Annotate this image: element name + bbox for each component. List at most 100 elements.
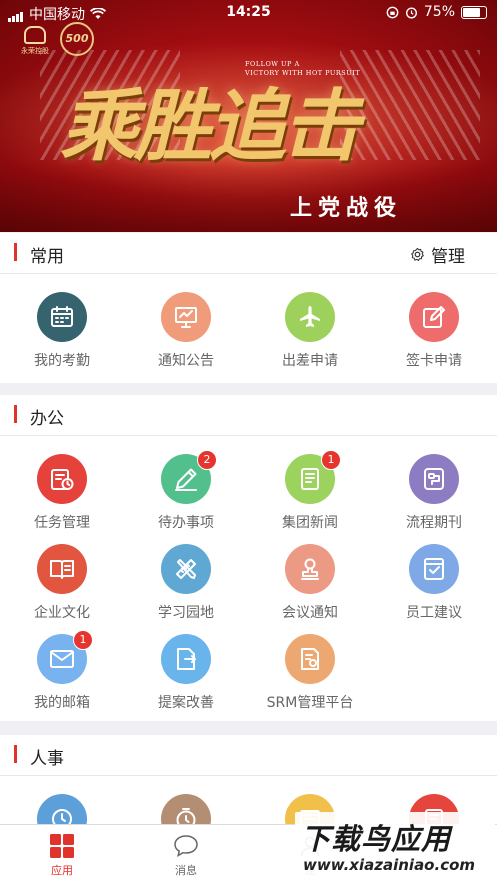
app-label: 任务管理 [34, 515, 90, 531]
app-srm[interactable]: SRM管理平台 [248, 634, 372, 712]
banner-subtitle: 上党战役 [290, 195, 403, 221]
app-mail[interactable]: 1 我的邮箱 [0, 630, 124, 712]
app-book[interactable]: 企业文化 [0, 544, 124, 622]
app-stamp[interactable]: 会议通知 [248, 544, 372, 622]
app-icon-circle [37, 292, 87, 342]
app-icon-circle [409, 454, 459, 504]
manage-label: 管理 [431, 247, 465, 267]
app-icon-circle [37, 454, 87, 504]
app-icon-circle [285, 292, 335, 342]
section-common: 常用 管理 我的考勤 通知公告 出差申请 签卡申请 [0, 233, 497, 383]
edit-icon [423, 306, 445, 328]
srm-icon [301, 648, 319, 670]
battery-percent: 75% [423, 4, 455, 20]
section-header: 办公 [0, 395, 497, 436]
suggest-icon [424, 558, 444, 580]
app-label: 我的考勤 [34, 353, 90, 369]
section-marker [14, 243, 17, 261]
office-app-grid: 任务管理 2 待办事项 1 集团新闻 流程期刊企业文化 学习园地 会议通知 员工建议 1 我的邮箱 提… [0, 436, 497, 721]
app-presentation[interactable]: 通知公告 [124, 292, 248, 370]
app-label: 会议通知 [282, 605, 338, 621]
alarm-icon [405, 6, 417, 19]
app-icon-circle: 1 [37, 630, 93, 684]
app-icon-circle [161, 544, 211, 594]
app-label: 员工建议 [406, 605, 462, 621]
tab-messages[interactable]: 消息 [124, 833, 248, 878]
unread-badge: 1 [321, 450, 341, 470]
unread-badge: 1 [73, 630, 93, 650]
watermark-url: www.xiazainiao.com [303, 856, 476, 874]
document-arrow-icon [177, 648, 196, 670]
app-label: SRM管理平台 [266, 695, 354, 711]
app-label: 签卡申请 [406, 353, 462, 369]
app-label: 出差申请 [282, 353, 338, 369]
fortune500-badge: 500 [60, 22, 94, 56]
app-edit[interactable]: 签卡申请 [372, 292, 496, 370]
task-clock-icon [51, 469, 74, 490]
tab-label: 应用 [51, 864, 73, 877]
common-app-grid: 我的考勤 通知公告 出差申请 签卡申请 [0, 274, 497, 382]
app-icon-circle [285, 544, 335, 594]
calendar-icon [51, 306, 73, 327]
app-airplane[interactable]: 出差申请 [248, 292, 372, 370]
section-header: 常用 管理 [0, 233, 497, 274]
section-header: 人事 [0, 735, 497, 776]
pencil-icon [175, 468, 197, 491]
top-banner[interactable]: 永荣控股 500 FOLLOW UP A VICTORY WITH HOT PU… [0, 0, 497, 232]
app-document-arrow[interactable]: 提案改善 [124, 634, 248, 712]
banner-wing-right [340, 50, 480, 160]
app-icon-circle: 2 [161, 450, 217, 504]
book-icon [50, 560, 74, 579]
app-task-clock[interactable]: 任务管理 [0, 454, 124, 532]
app-label: 我的邮箱 [34, 695, 90, 711]
app-suggest[interactable]: 员工建议 [372, 544, 496, 622]
flow-icon [424, 468, 444, 490]
app-icon-circle [409, 544, 459, 594]
tab-apps[interactable]: 应用 [0, 833, 124, 878]
manage-button[interactable]: 管理 [410, 242, 465, 267]
section-marker [14, 745, 17, 763]
gear-icon [411, 247, 424, 261]
chat-icon [174, 835, 198, 858]
app-news[interactable]: 1 集团新闻 [248, 450, 372, 532]
news-icon [301, 468, 319, 490]
watermark-title: 下载鸟应用 [301, 822, 452, 856]
banner-title: 乘胜追击 [60, 81, 360, 172]
app-label: 学习园地 [158, 605, 214, 621]
section-title: 人事 [30, 749, 64, 769]
app-pencil[interactable]: 2 待办事项 [124, 450, 248, 532]
company-name: 永荣控股 [21, 47, 49, 55]
stamp-icon [301, 558, 319, 580]
presentation-icon [175, 307, 197, 328]
app-label: 集团新闻 [282, 515, 338, 531]
app-label: 提案改善 [158, 695, 214, 711]
rotation-lock-icon [386, 6, 399, 18]
section-title: 常用 [30, 247, 64, 267]
app-label: 企业文化 [34, 605, 90, 621]
battery-icon [461, 5, 487, 19]
unread-badge: 2 [197, 450, 217, 470]
app-label: 待办事项 [158, 515, 214, 531]
app-label: 通知公告 [158, 353, 214, 369]
mail-icon [50, 650, 74, 668]
app-icon-circle [285, 634, 335, 684]
app-ruler-pencil[interactable]: 学习园地 [124, 544, 248, 622]
airplane-icon [300, 306, 320, 327]
app-icon-circle [161, 292, 211, 342]
app-icon-circle [37, 544, 87, 594]
company-logo: 永荣控股 [16, 26, 54, 56]
app-icon-circle: 1 [285, 450, 341, 504]
tab-label: 消息 [175, 864, 197, 877]
app-label: 流程期刊 [406, 515, 462, 531]
ruler-pencil-icon [176, 559, 196, 579]
status-bar: 中国移动 14:25 75% [0, 0, 497, 26]
grid-icon [50, 834, 74, 858]
app-icon-circle [409, 292, 459, 342]
section-office: 办公 任务管理 2 待办事项 1 集团新闻 流程期刊企业文化 学习园地 会议通知 员工建议 1 我的… [0, 395, 497, 721]
section-marker [14, 405, 17, 423]
site-watermark: 下载鸟应用 www.xiazainiao.com [295, 812, 495, 882]
app-calendar[interactable]: 我的考勤 [0, 292, 124, 370]
app-flow[interactable]: 流程期刊 [372, 454, 496, 532]
section-title: 办公 [30, 409, 64, 429]
app-icon-circle [161, 634, 211, 684]
